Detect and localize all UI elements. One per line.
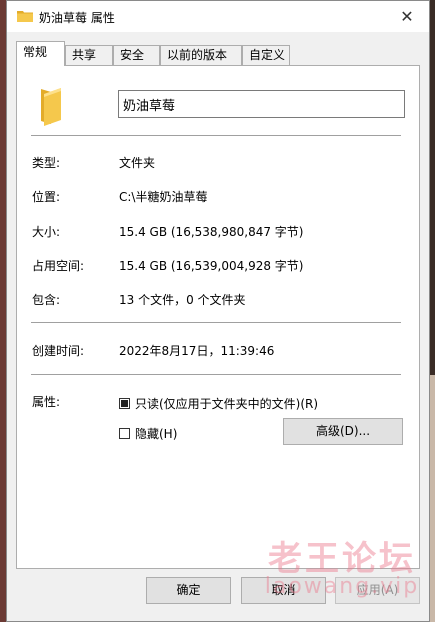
size-label: 大小: bbox=[32, 225, 61, 239]
hidden-checkbox[interactable]: 隐藏(H) bbox=[119, 425, 177, 442]
tab-sharing[interactable]: 共享 bbox=[65, 45, 113, 65]
hidden-label: 隐藏(H) bbox=[135, 427, 178, 441]
ok-button[interactable]: 确定 bbox=[146, 577, 231, 604]
separator bbox=[31, 135, 401, 136]
created-label: 创建时间: bbox=[32, 344, 85, 358]
location-label: 位置: bbox=[32, 190, 61, 204]
checkbox-indeterminate-icon bbox=[119, 398, 130, 409]
window-title: 奶油草莓 属性 bbox=[39, 11, 115, 25]
type-label: 类型: bbox=[32, 156, 61, 170]
apply-button[interactable]: 应用(A) bbox=[335, 577, 420, 604]
title-bar[interactable]: 奶油草莓 属性 ✕ bbox=[7, 1, 429, 32]
type-value: 文件夹 bbox=[119, 156, 156, 170]
separator bbox=[31, 374, 401, 375]
folder-icon bbox=[41, 88, 61, 126]
location-value: C:\半糖奶油草莓 bbox=[119, 190, 208, 204]
close-icon[interactable]: ✕ bbox=[385, 1, 429, 32]
folder-name-input[interactable] bbox=[118, 90, 405, 118]
readonly-checkbox[interactable]: 只读(仅应用于文件夹中的文件)(R) bbox=[119, 395, 318, 412]
tab-security[interactable]: 安全 bbox=[113, 45, 160, 65]
cancel-button[interactable]: 取消 bbox=[241, 577, 326, 604]
size-value: 15.4 GB (16,538,980,847 字节) bbox=[119, 225, 304, 239]
tab-customize[interactable]: 自定义 bbox=[242, 45, 290, 65]
tab-general[interactable]: 常规 bbox=[16, 41, 65, 66]
general-panel: 类型: 文件夹 位置: C:\半糖奶油草莓 大小: 15.4 GB (16,53… bbox=[16, 65, 420, 569]
size-on-disk-value: 15.4 GB (16,539,004,928 字节) bbox=[119, 259, 304, 273]
size-on-disk-label: 占用空间: bbox=[32, 259, 85, 273]
contains-label: 包含: bbox=[32, 293, 61, 307]
properties-window: 奶油草莓 属性 ✕ 常规 共享 安全 以前的版本 自定义 类型: 文件夹 位置:… bbox=[6, 0, 430, 622]
attributes-label: 属性: bbox=[32, 395, 61, 409]
contains-value: 13 个文件，0 个文件夹 bbox=[119, 293, 246, 307]
folder-icon bbox=[17, 11, 33, 22]
readonly-label: 只读(仅应用于文件夹中的文件)(R) bbox=[135, 397, 319, 411]
separator bbox=[31, 322, 401, 323]
advanced-button[interactable]: 高级(D)... bbox=[283, 418, 403, 445]
checkbox-empty-icon bbox=[119, 428, 130, 439]
tab-previous-versions[interactable]: 以前的版本 bbox=[160, 45, 242, 65]
created-value: 2022年8月17日，11:39:46 bbox=[119, 344, 275, 358]
